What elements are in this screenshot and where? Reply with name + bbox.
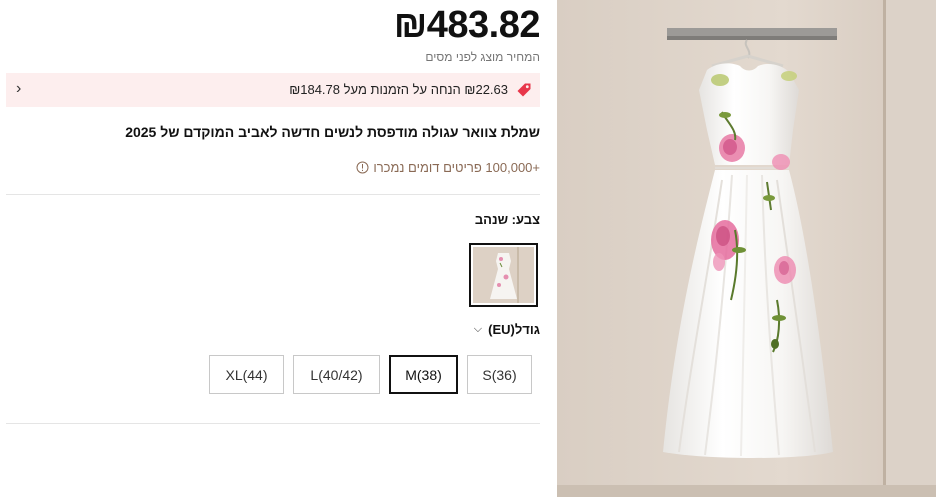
divider [6, 423, 540, 424]
product-info-panel: ₪483.82 המחיר מוצג לפני מסים ₪22.63 הנחה… [6, 0, 541, 497]
divider [6, 194, 540, 195]
size-xl[interactable]: XL(44) [209, 355, 284, 394]
chevron-left-icon: ‹ [16, 80, 22, 97]
size-l[interactable]: L(40/42) [293, 355, 380, 394]
dress-thumbnail-icon [473, 247, 534, 303]
size-options: S(36) M(38) L(40/42) XL(44) [209, 355, 532, 394]
sold-text: +100,000 פריטים דומים נמכרו [373, 160, 540, 175]
size-label[interactable]: גודל(EU) ⌵ [474, 322, 540, 337]
size-label-text: גודל(EU) [488, 322, 540, 337]
tag-icon [517, 83, 531, 97]
tax-note: המחיר מוצג לפני מסים [425, 50, 540, 64]
color-label: צבע: שנהב [474, 212, 540, 227]
price: ₪483.82 [393, 4, 541, 46]
dress-photo [557, 0, 936, 497]
size-m[interactable]: M(38) [389, 355, 458, 394]
swatch-thumbnail [473, 247, 534, 303]
sold-count: +100,000 פריטים דומים נמכרו [356, 160, 540, 175]
color-swatch[interactable] [469, 243, 538, 307]
promo-text: ₪22.63 הנחה על הזמנות מעל ₪184.78 [289, 82, 508, 97]
promo-banner[interactable]: ₪22.63 הנחה על הזמנות מעל ₪184.78 ‹ [6, 73, 540, 107]
info-icon[interactable] [356, 161, 369, 174]
product-title: שמלת צוואר עגולה מודפסת לנשים חדשה לאביב… [125, 124, 540, 140]
product-image[interactable] [557, 0, 936, 497]
size-s[interactable]: S(36) [467, 355, 532, 394]
chevron-down-icon: ⌵ [473, 323, 483, 335]
